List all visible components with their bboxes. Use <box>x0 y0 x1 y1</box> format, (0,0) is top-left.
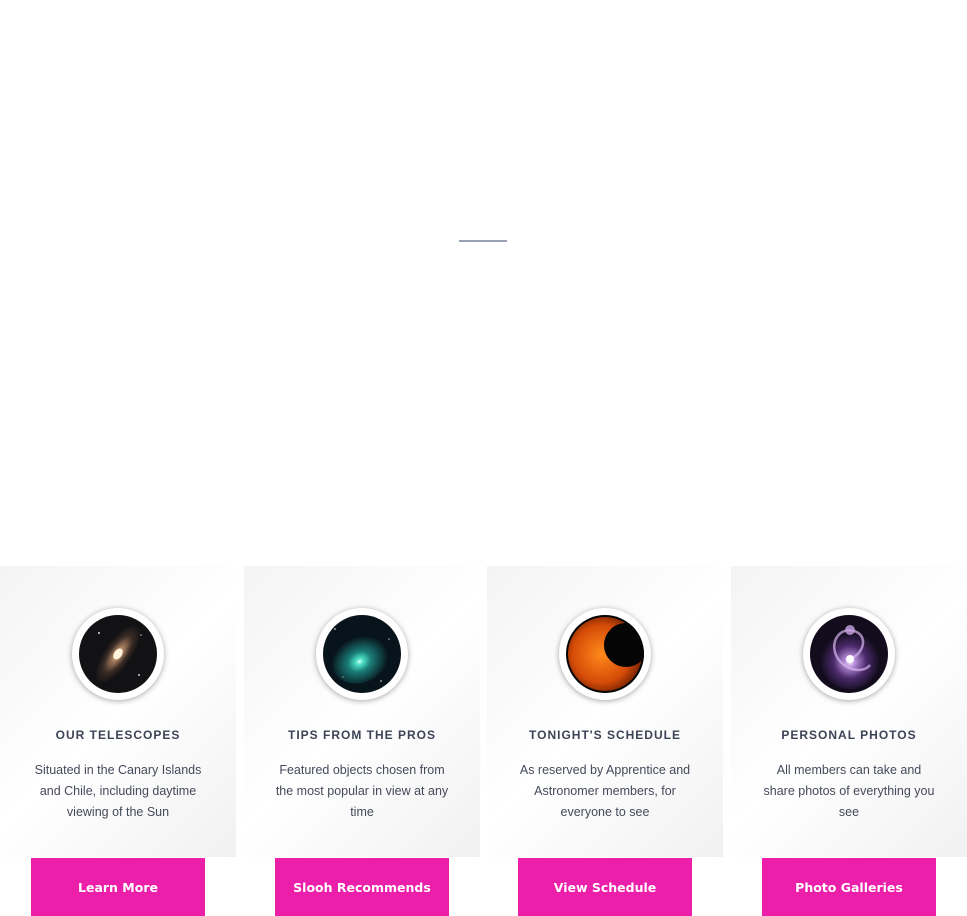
solar-eclipse-icon <box>566 615 644 693</box>
photos-icon-frame <box>803 608 895 700</box>
card-title: PERSONAL PHOTOS <box>781 728 917 742</box>
feature-card-photos: PERSONAL PHOTOS All members can take and… <box>731 566 967 857</box>
spiral-galaxy-icon <box>810 615 888 693</box>
card-description: As reserved by Apprentice and Astronomer… <box>519 763 691 819</box>
schedule-icon-frame <box>559 608 651 700</box>
card-description: Situated in the Canary Islands and Chile… <box>34 763 202 819</box>
card-title: TIPS FROM THE PROS <box>287 728 436 742</box>
feature-cards: OUR TELESCOPES Situated in the Canary Is… <box>0 566 967 916</box>
comet-icon <box>323 615 401 693</box>
card-title: TONIGHT'S SCHEDULE <box>529 728 681 742</box>
section-divider <box>459 240 507 242</box>
feature-card-telescopes: OUR TELESCOPES Situated in the Canary Is… <box>0 566 236 857</box>
learn-more-button[interactable]: Learn More <box>31 858 205 916</box>
photo-galleries-button[interactable]: Photo Galleries <box>762 858 936 916</box>
tips-icon-frame <box>316 608 408 700</box>
card-description: All members can take and share photos of… <box>763 763 935 819</box>
telescopes-icon-frame <box>72 608 164 700</box>
slooh-recommends-button[interactable]: Slooh Recommends <box>275 858 449 916</box>
galaxy-andromeda-icon <box>79 615 157 693</box>
feature-card-tips: TIPS FROM THE PROS Featured objects chos… <box>244 566 480 857</box>
feature-card-schedule: TONIGHT'S SCHEDULE As reserved by Appren… <box>487 566 723 857</box>
card-description: Featured objects chosen from the most po… <box>275 763 449 819</box>
card-title: OUR TELESCOPES <box>55 728 181 742</box>
view-schedule-button[interactable]: View Schedule <box>518 858 692 916</box>
